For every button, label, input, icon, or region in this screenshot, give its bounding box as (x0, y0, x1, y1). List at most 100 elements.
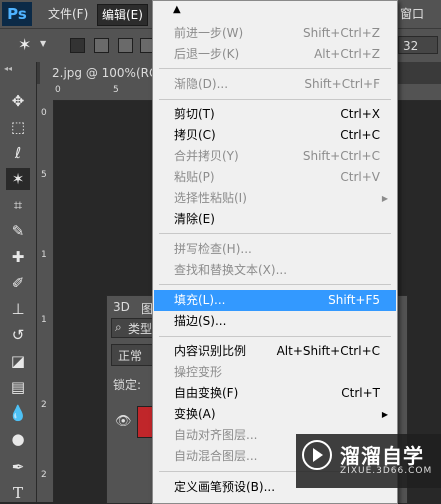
menu-item-paste-special[interactable]: 选择性粘贴(I) ▶ (154, 188, 396, 209)
menu-item-label: 内容识别比例 (174, 344, 247, 358)
menu-item-label: 粘贴(P) (174, 170, 215, 184)
dodge-icon[interactable]: ● (6, 428, 30, 450)
menu-item-shortcut: Shift+F5 (328, 293, 380, 307)
search-icon: ⌕ (115, 320, 122, 334)
menu-item-label: 合并拷贝(Y) (174, 149, 239, 163)
menu-item-label: 自动混合图层... (174, 449, 258, 463)
menu-item-label: 拼写检查(H)... (174, 242, 252, 256)
edit-menu-dropdown: ▲ 前进一步(W) Shift+Ctrl+Z 后退一步(K) Alt+Ctrl+… (152, 0, 398, 504)
menu-item-label: 后退一步(K) (174, 47, 240, 61)
ruler-tick-label: 0 (41, 108, 47, 118)
eyedropper-icon[interactable]: ✎ (6, 220, 30, 242)
watermark-url: ZIXUE.3D66.COM (340, 466, 433, 476)
menu-item-shortcut: Alt+Ctrl+Z (314, 47, 380, 61)
ruler-tick-label: 1 (41, 315, 47, 325)
ruler-tick-label: 2 (41, 470, 47, 480)
menu-item-find-replace[interactable]: 查找和替换文本(X)... (154, 260, 396, 281)
pen-icon[interactable]: ✒ (6, 456, 30, 478)
menu-item-free-transform[interactable]: 自由变换(F) Ctrl+T (154, 383, 396, 404)
toolbox: ◂◂ ✥ ⬚ ℓ ✶ ⌗ ✎ ✚ ✐ ⊥ ↺ ◪ ▤ 💧 ● ✒ T (0, 62, 37, 502)
clone-stamp-icon[interactable]: ⊥ (6, 298, 30, 320)
ruler-vertical: 0 5 1 1 2 2 (37, 100, 54, 502)
scroll-up-arrow-icon[interactable]: ▲ (173, 4, 181, 15)
menu-item-step-backward[interactable]: 后退一步(K) Alt+Ctrl+Z (154, 44, 396, 65)
menu-item-label: 变换(A) (174, 407, 216, 421)
chevron-down-icon[interactable]: ▼ (40, 39, 46, 48)
magic-wand-preset-icon[interactable]: ✶ (18, 35, 31, 54)
type-icon[interactable]: T (6, 482, 30, 504)
menu-item-copy-merged[interactable]: 合并拷贝(Y) Shift+Ctrl+C (154, 146, 396, 167)
document-tab[interactable]: 2.jpg @ 100%(RGB (40, 62, 160, 84)
menu-item-fade[interactable]: 渐隐(D)... Shift+Ctrl+F (154, 74, 396, 95)
menu-item-label: 清除(E) (174, 212, 215, 226)
blur-icon[interactable]: 💧 (6, 402, 30, 424)
move-icon[interactable]: ✥ (6, 90, 30, 112)
layer-filter-label: 类型 (128, 322, 153, 336)
menu-item-stroke[interactable]: 描边(S)... (154, 311, 396, 332)
marquee-icon[interactable]: ⬚ (6, 116, 30, 138)
ruler-tick-label: 5 (41, 170, 47, 180)
submenu-arrow-icon: ▶ (381, 194, 388, 203)
menu-item-fill[interactable]: 填充(L)... Shift+F5 (154, 290, 396, 311)
sample-size-field[interactable]: 32 (398, 36, 438, 54)
gradient-icon[interactable]: ▤ (6, 376, 30, 398)
history-brush-icon[interactable]: ↺ (6, 324, 30, 346)
submenu-arrow-icon: ▶ (381, 410, 388, 419)
menu-item-paste[interactable]: 粘贴(P) Ctrl+V (154, 167, 396, 188)
blend-mode-value: 正常 (118, 349, 143, 363)
ruler-tick-label: 5 (113, 85, 119, 95)
magic-wand-icon[interactable]: ✶ (6, 168, 30, 190)
menu-item-shortcut: Shift+Ctrl+F (304, 77, 380, 91)
menu-item-shortcut: Shift+Ctrl+Z (303, 26, 380, 40)
watermark-title: 溜溜自学 (340, 444, 424, 468)
menu-item-label: 查找和替换文本(X)... (174, 263, 288, 277)
menu-item-shortcut: Ctrl+T (341, 386, 380, 400)
menu-item-label: 定义画笔预设(B)... (174, 480, 276, 494)
menu-item-label: 选择性粘贴(I) (174, 191, 247, 205)
menu-item-label: 自由变换(F) (174, 386, 239, 400)
menu-item-spell-check[interactable]: 拼写检查(H)... (154, 239, 396, 260)
menu-window[interactable]: 窗口 (396, 4, 428, 24)
healing-brush-icon[interactable]: ✚ (6, 246, 30, 268)
play-icon (313, 448, 323, 462)
toolbox-collapse-icon[interactable]: ◂◂ (4, 64, 12, 73)
photoshop-logo: Ps (2, 2, 32, 26)
menu-file[interactable]: 文件(F) (44, 4, 92, 24)
eraser-icon[interactable]: ◪ (6, 350, 30, 372)
crop-icon[interactable]: ⌗ (6, 194, 30, 216)
add-selection-icon[interactable] (94, 38, 109, 53)
menu-item-puppet-warp[interactable]: 操控变形 (154, 362, 396, 383)
lasso-icon[interactable]: ℓ (6, 142, 30, 164)
brush-icon[interactable]: ✐ (6, 272, 30, 294)
menu-item-label: 自动对齐图层... (174, 428, 258, 442)
menu-item-label: 填充(L)... (174, 293, 226, 307)
menu-item-content-aware-scale[interactable]: 内容识别比例 Alt+Shift+Ctrl+C (154, 341, 396, 362)
visibility-eye-icon[interactable]: 👁 (115, 414, 132, 429)
menu-item-label: 剪切(T) (174, 107, 215, 121)
ruler-tick-label: 1 (41, 250, 47, 260)
menu-item-label: 前进一步(W) (174, 26, 244, 40)
menu-edit[interactable]: 编辑(E) (97, 4, 148, 26)
menu-item-shortcut: Ctrl+V (340, 170, 380, 184)
menu-separator (159, 68, 391, 69)
new-selection-icon[interactable] (70, 38, 85, 53)
subtract-selection-icon[interactable] (118, 38, 133, 53)
menu-item-step-forward[interactable]: 前进一步(W) Shift+Ctrl+Z (154, 23, 396, 44)
ruler-tick-label: 0 (55, 85, 61, 95)
menu-item-transform[interactable]: 变换(A) ▶ (154, 404, 396, 425)
menu-item-shortcut: Shift+Ctrl+C (302, 149, 380, 163)
menu-item-clear[interactable]: 清除(E) (154, 209, 396, 230)
menu-separator (159, 99, 391, 100)
menu-separator (159, 336, 391, 337)
lock-label: 锁定: (113, 378, 142, 392)
menu-item-shortcut: Alt+Shift+Ctrl+C (276, 344, 380, 358)
menu-item-label: 拷贝(C) (174, 128, 216, 142)
tab-3d[interactable]: 3D (113, 300, 130, 314)
menu-item-shortcut: Ctrl+C (340, 128, 380, 142)
menu-item-label: 描边(S)... (174, 314, 227, 328)
menu-item-copy[interactable]: 拷贝(C) Ctrl+C (154, 125, 396, 146)
menu-item-label: 渐隐(D)... (174, 77, 229, 91)
menu-item-shortcut: Ctrl+X (340, 107, 380, 121)
menu-item-cut[interactable]: 剪切(T) Ctrl+X (154, 104, 396, 125)
menu-separator (159, 233, 391, 234)
